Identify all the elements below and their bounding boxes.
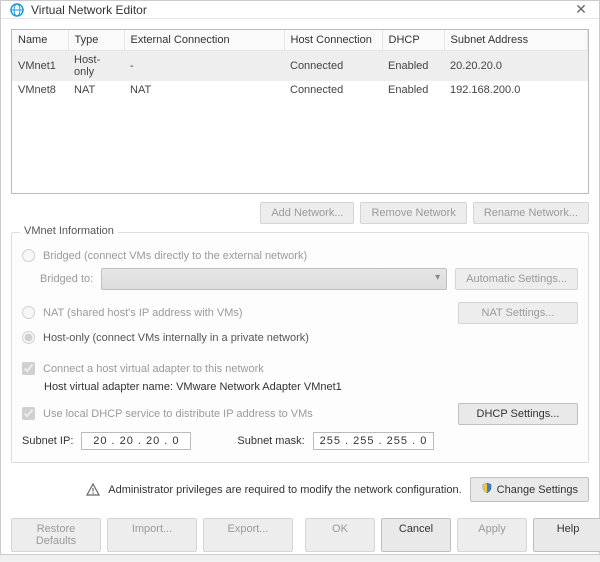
help-button[interactable]: Help [533,518,600,552]
change-settings-button[interactable]: Change Settings [470,477,589,502]
nat-radio[interactable] [22,306,35,319]
bridged-label: Bridged (connect VMs directly to the ext… [43,250,307,262]
shield-icon [481,482,493,497]
apply-button[interactable]: Apply [457,518,527,552]
bridged-to-row: Bridged to: ▾ Automatic Settings... [40,268,578,290]
hostonly-radio[interactable] [22,331,35,344]
add-network-button[interactable]: Add Network... [260,202,354,224]
automatic-settings-button[interactable]: Automatic Settings... [455,268,578,290]
subnet-ip-field[interactable]: 20 . 20 . 20 . 0 [81,432,191,450]
hostonly-radio-row[interactable]: Host-only (connect VMs internally in a p… [22,331,578,344]
networks-table[interactable]: Name Type External Connection Host Conne… [11,29,589,194]
col-hostconn[interactable]: Host Connection [284,30,382,51]
bridged-radio-row[interactable]: Bridged (connect VMs directly to the ext… [22,249,578,262]
title-bar: Virtual Network Editor ✕ [1,1,599,19]
host-adapter-name: Host virtual adapter name: VMware Networ… [44,381,578,393]
col-subnet[interactable]: Subnet Address [444,30,588,51]
vmnet-info-label: VMnet Information [20,225,118,237]
close-icon[interactable]: ✕ [571,1,591,18]
network-buttons-row: Add Network... Remove Network Rename Net… [11,202,589,224]
host-adapter-label: Connect a host virtual adapter to this n… [43,363,264,375]
bridged-radio[interactable] [22,249,35,262]
dhcp-settings-button[interactable]: DHCP Settings... [458,403,578,425]
col-type[interactable]: Type [68,30,124,51]
dhcp-check-row[interactable]: Use local DHCP service to distribute IP … [22,407,448,420]
cancel-button[interactable]: Cancel [381,518,451,552]
subnet-mask-field[interactable]: 255 . 255 . 255 . 0 [313,432,435,450]
host-adapter-checkbox[interactable] [22,362,35,375]
nat-label: NAT (shared host's IP address with VMs) [43,307,243,319]
host-adapter-check-row[interactable]: Connect a host virtual adapter to this n… [22,362,578,375]
dhcp-label: Use local DHCP service to distribute IP … [43,408,313,420]
table-row[interactable]: VMnet1 Host-only - Connected Enabled 20.… [12,51,588,82]
dialog-button-bar: Restore Defaults Import... Export... OK … [1,510,599,562]
subnet-row: Subnet IP: 20 . 20 . 20 . 0 Subnet mask:… [22,432,578,450]
table-row[interactable]: VMnet8 NAT NAT Connected Enabled 192.168… [12,81,588,99]
app-icon [9,2,25,18]
subnet-ip-label: Subnet IP: [22,435,73,447]
admin-privileges-text: Administrator privileges are required to… [108,484,461,496]
bridged-to-combo[interactable]: ▾ [101,268,447,290]
chevron-down-icon: ▾ [435,272,440,283]
export-button[interactable]: Export... [203,518,293,552]
window-title: Virtual Network Editor [31,3,571,17]
nat-settings-button[interactable]: NAT Settings... [458,302,578,324]
dhcp-checkbox[interactable] [22,407,35,420]
bridged-to-label: Bridged to: [40,273,93,285]
virtual-network-editor-window: Virtual Network Editor ✕ Name Type Exter… [0,0,600,555]
warning-icon [86,483,100,497]
admin-privileges-row: Administrator privileges are required to… [11,477,589,502]
remove-network-button[interactable]: Remove Network [360,202,466,224]
col-dhcp[interactable]: DHCP [382,30,444,51]
hostonly-label: Host-only (connect VMs internally in a p… [43,332,309,344]
restore-defaults-button[interactable]: Restore Defaults [11,518,101,552]
ok-button[interactable]: OK [305,518,375,552]
col-name[interactable]: Name [12,30,68,51]
col-external[interactable]: External Connection [124,30,284,51]
nat-radio-row[interactable]: NAT (shared host's IP address with VMs) [22,306,448,319]
content-area: Name Type External Connection Host Conne… [1,19,599,510]
subnet-mask-label: Subnet mask: [237,435,304,447]
import-button[interactable]: Import... [107,518,197,552]
rename-network-button[interactable]: Rename Network... [473,202,589,224]
vmnet-info-group: VMnet Information Bridged (connect VMs d… [11,232,589,463]
